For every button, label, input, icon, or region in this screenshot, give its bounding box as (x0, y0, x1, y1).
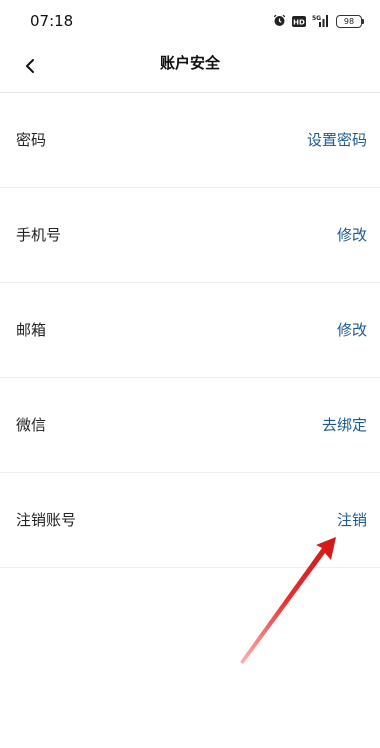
row-password: 密码 设置密码 (0, 93, 380, 188)
row-wechat: 微信 去绑定 (0, 378, 380, 473)
status-icons: HD 5G 98 (273, 12, 364, 31)
hd-icon: HD (292, 12, 306, 31)
row-label: 注销账号 (16, 511, 77, 529)
status-time: 07:18 (30, 12, 74, 30)
battery-icon: 98 (336, 15, 364, 28)
status-bar: 07:18 HD 5G 98 (0, 0, 380, 44)
page-title: 账户安全 (159, 54, 220, 72)
settings-list: 密码 设置密码 手机号 修改 邮箱 修改 微信 去绑定 注销账号 注销 (0, 93, 380, 568)
row-label: 微信 (16, 416, 47, 434)
signal-label: 5G (312, 15, 321, 22)
set-password-button[interactable]: 设置密码 (307, 93, 367, 187)
alarm-icon (273, 12, 286, 31)
deactivate-account-button[interactable]: 注销 (337, 473, 367, 567)
row-label: 密码 (16, 131, 47, 149)
row-deactivate-account: 注销账号 注销 (0, 473, 380, 568)
edit-phone-button[interactable]: 修改 (337, 188, 367, 282)
bind-wechat-button[interactable]: 去绑定 (322, 378, 367, 472)
edit-email-button[interactable]: 修改 (337, 283, 367, 377)
row-email: 邮箱 修改 (0, 283, 380, 378)
row-label: 邮箱 (16, 321, 47, 339)
row-label: 手机号 (16, 226, 62, 244)
nav-bar: 账户安全 (0, 44, 380, 93)
hd-label: HD (293, 18, 305, 26)
signal-icon: 5G (312, 12, 330, 31)
row-phone: 手机号 修改 (0, 188, 380, 283)
